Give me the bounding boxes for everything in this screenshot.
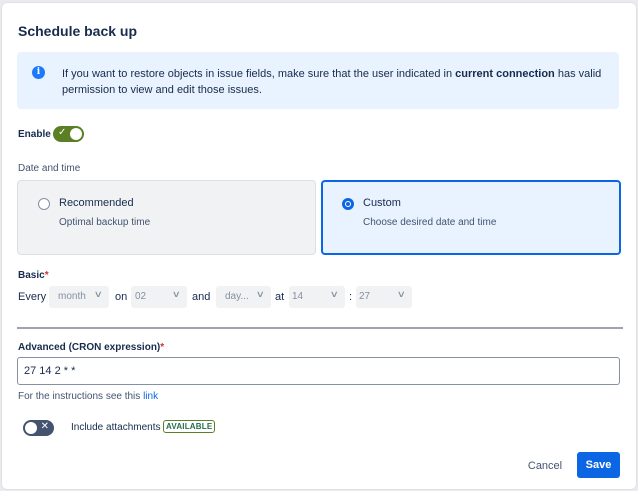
- on-text: on: [115, 291, 128, 303]
- option-title: Recommended: [59, 197, 134, 209]
- option-subtitle: Optimal backup time: [59, 217, 151, 228]
- chevron-down-icon: ∨: [94, 289, 104, 299]
- advanced-label: Advanced (CRON expression)*: [18, 342, 165, 353]
- toggle-knob: [70, 128, 82, 140]
- weekday-value: day...: [225, 291, 249, 302]
- minute-select[interactable]: 27 ∨: [356, 286, 412, 308]
- instructions-link[interactable]: link: [143, 391, 158, 402]
- colon-text: :: [349, 291, 353, 303]
- option-recommended[interactable]: Recommended Optimal backup time: [17, 180, 316, 255]
- attachments-toggle[interactable]: ✕: [23, 420, 54, 436]
- cron-help-text: For the instructions see this link: [18, 391, 159, 402]
- chevron-down-icon: ∨: [397, 289, 407, 299]
- at-text: at: [275, 291, 285, 303]
- available-badge: AVAILABLE: [163, 420, 216, 433]
- option-subtitle: Choose desired date and time: [363, 217, 497, 228]
- enable-toggle[interactable]: ✓: [53, 126, 84, 142]
- every-text: Every: [18, 291, 47, 303]
- check-icon: ✓: [58, 127, 67, 138]
- schedule-backup-dialog: Schedule back up i If you want to restor…: [1, 2, 637, 490]
- info-banner: i If you want to restore objects in issu…: [17, 52, 619, 109]
- cancel-button[interactable]: Cancel: [518, 453, 572, 479]
- hour-select[interactable]: 14 ∨: [289, 286, 345, 308]
- radio-recommended[interactable]: [38, 198, 50, 210]
- attachments-label: Include attachments: [71, 422, 161, 433]
- cron-expression-input[interactable]: [17, 357, 620, 385]
- enable-label: Enable: [18, 129, 51, 140]
- chevron-down-icon: ∨: [172, 289, 182, 299]
- weekday-select[interactable]: day... ∨: [216, 286, 271, 308]
- day-select[interactable]: 02 ∨: [131, 286, 187, 308]
- option-title: Custom: [363, 197, 401, 209]
- basic-label: Basic*: [18, 270, 49, 281]
- option-custom[interactable]: Custom Choose desired date and time: [321, 180, 621, 255]
- toggle-knob: [25, 422, 37, 434]
- chevron-down-icon: ∨: [256, 289, 266, 299]
- and-text: and: [192, 291, 211, 303]
- info-text: If you want to restore objects in issue …: [62, 68, 602, 96]
- radio-custom[interactable]: [342, 198, 354, 210]
- section-divider: [17, 327, 623, 329]
- dialog-title: Schedule back up: [18, 23, 138, 39]
- info-icon: i: [32, 66, 45, 79]
- info-bold-text: current connection: [455, 68, 555, 80]
- chevron-down-icon: ∨: [330, 289, 340, 299]
- hour-value: 14: [292, 291, 304, 302]
- period-select[interactable]: month ∨: [49, 286, 109, 308]
- day-value: 02: [135, 291, 147, 302]
- basic-schedule-row: Every month ∨ on 02 ∨ and day... ∨ at 14…: [18, 286, 418, 308]
- save-button[interactable]: Save: [577, 452, 620, 478]
- close-icon: ✕: [40, 421, 49, 432]
- period-value: month: [58, 291, 86, 302]
- date-time-label: Date and time: [18, 163, 81, 174]
- minute-value: 27: [359, 291, 371, 302]
